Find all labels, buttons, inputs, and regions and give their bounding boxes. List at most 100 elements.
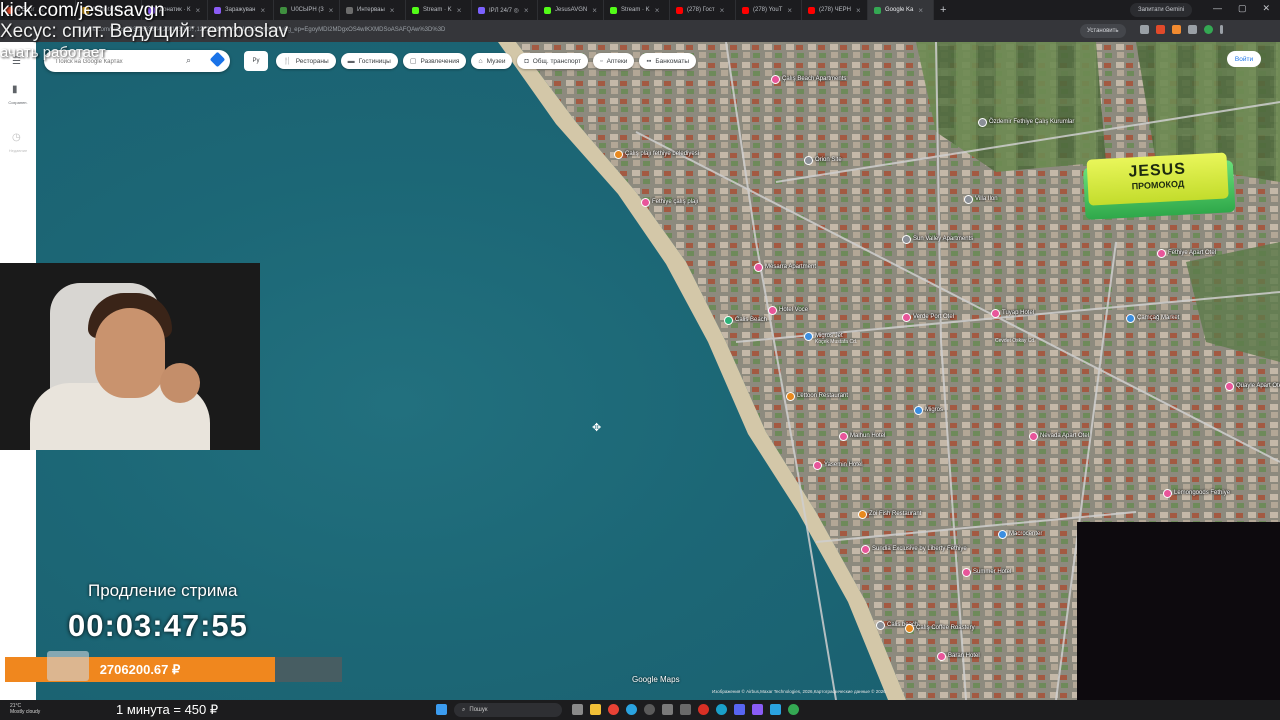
place-marker-icon[interactable]: [641, 198, 650, 207]
place-label[interactable]: Fethiye Apart Otel: [1168, 250, 1216, 256]
place-label[interactable]: Verde Port Otel: [913, 314, 954, 320]
tab-close-icon[interactable]: ×: [787, 6, 792, 15]
browser-tab[interactable]: (278) YouT ×: [736, 0, 802, 20]
tab-close-icon[interactable]: ×: [720, 6, 725, 15]
chip-bus[interactable]: ◘ Общ. транспорт: [517, 53, 589, 69]
place-label[interactable]: Çamçağ Market: [1137, 315, 1179, 321]
place-marker-icon[interactable]: [754, 263, 763, 272]
place-marker-icon[interactable]: [937, 652, 946, 661]
place-marker-icon[interactable]: [861, 545, 870, 554]
browser-tab[interactable]: JesusAVGN ×: [538, 0, 604, 20]
place-label[interactable]: Hotel Voce: [779, 307, 808, 313]
place-label[interactable]: Orion Site: [815, 157, 842, 163]
place-label[interactable]: Calis Beach: [735, 317, 767, 323]
obs-icon[interactable]: [644, 704, 655, 715]
place-label[interactable]: Macrocenter: [1009, 531, 1042, 537]
chip-atm[interactable]: ▪▪ Банкоматы: [639, 53, 696, 69]
place-marker-icon[interactable]: [914, 406, 923, 415]
place-marker-icon[interactable]: [839, 432, 848, 441]
puzzle-icon[interactable]: [1188, 25, 1197, 34]
app-icon[interactable]: [752, 704, 763, 715]
tab-close-icon[interactable]: ×: [918, 6, 923, 15]
place-label[interactable]: Çalış plajı fethiye belediyesi: [625, 151, 699, 157]
taskbar-search[interactable]: ⌕ Пошук: [454, 703, 562, 717]
place-label[interactable]: Çalış Coffee Roastery: [916, 625, 975, 631]
signin-button[interactable]: Войти: [1227, 51, 1261, 67]
place-label[interactable]: Sundia Exclusive by Liberty Fethiye: [872, 546, 967, 552]
tab-close-icon[interactable]: ×: [592, 6, 597, 15]
place-marker-icon[interactable]: [1029, 432, 1038, 441]
task-view-icon[interactable]: [572, 704, 583, 715]
browser-tab[interactable]: Google Ka ×: [868, 0, 934, 20]
maximize-icon[interactable]: ▢: [1238, 3, 1247, 14]
place-label[interactable]: Çalış Beach Apartments: [782, 76, 846, 82]
place-label[interactable]: Mesarra Apartment: [765, 264, 816, 270]
edge-icon[interactable]: [716, 704, 727, 715]
chip-bed[interactable]: ▬ Гостиницы: [340, 53, 398, 69]
bookmark-icon[interactable]: ▮: [12, 84, 18, 95]
place-label[interactable]: Quayle Apart Otel: [1236, 383, 1280, 389]
record-icon[interactable]: [698, 704, 709, 715]
place-marker-icon[interactable]: [978, 118, 987, 127]
place-label[interactable]: Summer Hotel: [973, 569, 1011, 575]
install-button[interactable]: Установить: [1080, 24, 1126, 38]
weather-widget[interactable]: 21°C Mostly cloudy: [10, 703, 40, 715]
place-marker-icon[interactable]: [804, 156, 813, 165]
tab-close-icon[interactable]: ×: [524, 6, 529, 15]
tab-close-icon[interactable]: ×: [457, 6, 462, 15]
place-marker-icon[interactable]: [804, 332, 813, 341]
browser-tab[interactable]: (278) Гост ×: [670, 0, 736, 20]
chip-pharmacy[interactable]: ▫ Аптеки: [593, 53, 635, 69]
place-marker-icon[interactable]: [962, 568, 971, 577]
saved-label[interactable]: Сохранен.: [2, 100, 34, 105]
tab-close-icon[interactable]: ×: [655, 6, 660, 15]
place-label[interactable]: Lemongoods Fethiye: [1174, 490, 1230, 496]
history-label[interactable]: Недавние: [2, 148, 34, 153]
place-label[interactable]: Baran Hotel: [948, 653, 980, 659]
place-marker-icon[interactable]: [964, 195, 973, 204]
place-label[interactable]: Yasemin Hotel: [824, 462, 863, 468]
new-tab-button[interactable]: +: [934, 4, 952, 16]
place-marker-icon[interactable]: [858, 510, 867, 519]
app-icon[interactable]: [680, 704, 691, 715]
app-icon[interactable]: [662, 704, 673, 715]
place-label[interactable]: Nevada Apart Otel: [1040, 433, 1089, 439]
browser-tab[interactable]: Stream · K ×: [604, 0, 670, 20]
browser-tab[interactable]: (278) ЧЕРН ×: [802, 0, 868, 20]
minimize-icon[interactable]: —: [1213, 3, 1222, 14]
place-label[interactable]: Villa Ilon: [975, 196, 998, 202]
place-marker-icon[interactable]: [614, 150, 623, 159]
folder-icon[interactable]: [590, 704, 601, 715]
place-label[interactable]: Sun Valley Apartments: [913, 236, 973, 242]
place-marker-icon[interactable]: [905, 624, 914, 633]
browser-tab[interactable]: IPЛ 24/7 ◎ ×: [472, 0, 538, 20]
chrome-icon[interactable]: [608, 704, 619, 715]
place-marker-icon[interactable]: [1126, 314, 1135, 323]
place-label[interactable]: Malhun Hotel: [850, 433, 885, 439]
app-icon[interactable]: [770, 704, 781, 715]
place-marker-icon[interactable]: [991, 309, 1000, 318]
place-marker-icon[interactable]: [786, 392, 795, 401]
street-label[interactable]: Koçek Mustafa Cd.: [815, 339, 857, 345]
tab-close-icon[interactable]: ×: [856, 6, 861, 15]
place-marker-icon[interactable]: [724, 316, 733, 325]
place-marker-icon[interactable]: [1163, 489, 1172, 498]
history-icon[interactable]: ◷: [12, 132, 21, 143]
tab-close-icon[interactable]: ×: [329, 6, 334, 15]
browser-tab[interactable]: Интерваы ×: [340, 0, 406, 20]
place-marker-icon[interactable]: [813, 461, 822, 470]
place-marker-icon[interactable]: [768, 306, 777, 315]
avatar[interactable]: [1204, 25, 1213, 34]
place-marker-icon[interactable]: [1157, 249, 1166, 258]
extension-icon[interactable]: [1156, 25, 1165, 34]
chip-ticket[interactable]: ▢ Развлечения: [402, 53, 467, 69]
place-marker-icon[interactable]: [876, 621, 885, 630]
more-icon[interactable]: [1220, 25, 1223, 34]
tab-close-icon[interactable]: ×: [390, 6, 395, 15]
chip-museum[interactable]: ⌂ Музеи: [471, 53, 513, 69]
place-label[interactable]: Fethiye çalış plajı: [652, 199, 698, 205]
windows-start-icon[interactable]: [436, 704, 447, 715]
place-label[interactable]: Özdemir Fethiye Çalış Kurumlar: [989, 119, 1074, 125]
place-marker-icon[interactable]: [1225, 382, 1234, 391]
extension-icon[interactable]: [1172, 25, 1181, 34]
